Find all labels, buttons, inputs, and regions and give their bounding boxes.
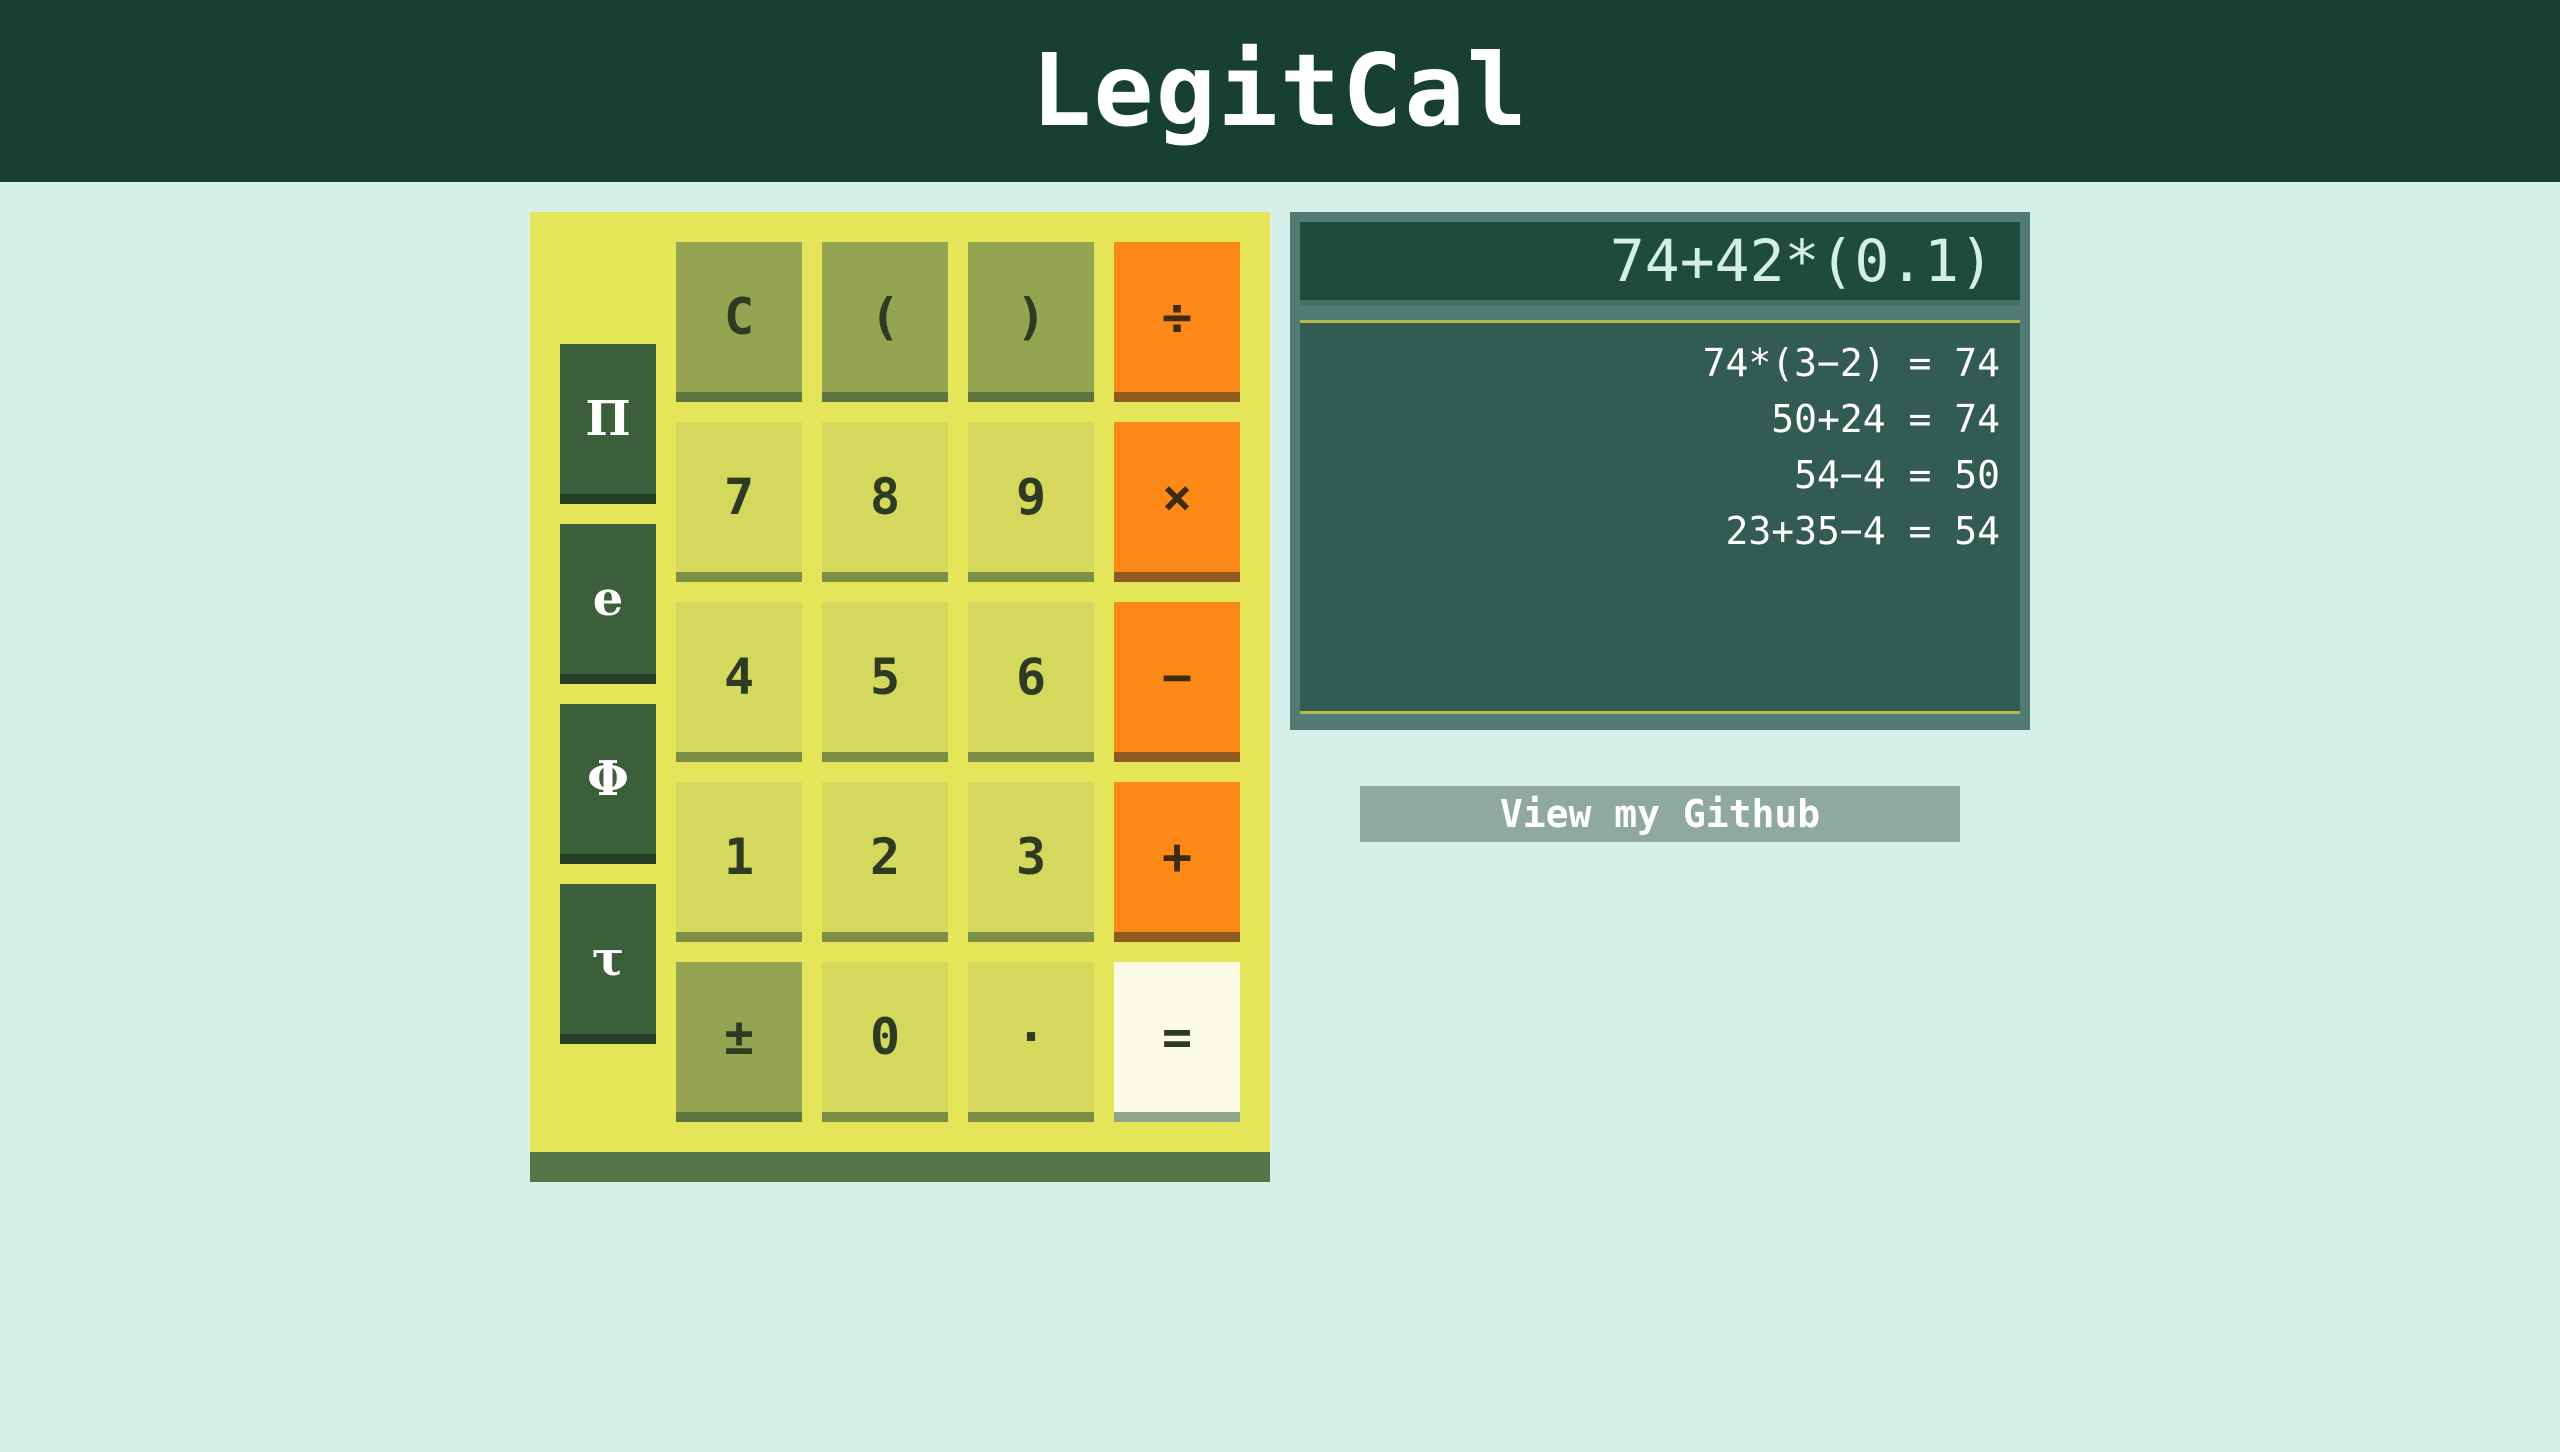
decimal-button[interactable]: ·	[968, 962, 1094, 1122]
digit-0-button[interactable]: 0	[822, 962, 948, 1122]
digit-7-button[interactable]: 7	[676, 422, 802, 582]
digit-9-button[interactable]: 9	[968, 422, 1094, 582]
open-paren-button[interactable]: (	[822, 242, 948, 402]
digit-1-button[interactable]: 1	[676, 782, 802, 942]
keypad-footer-bar	[530, 1152, 1270, 1182]
subtract-button[interactable]: −	[1114, 602, 1240, 762]
app-header: LegitCal	[0, 0, 2560, 182]
digit-5-button[interactable]: 5	[822, 602, 948, 762]
view-github-button[interactable]: View my Github	[1360, 786, 1960, 842]
calculator-display: 74+42*(0.1) 74*(3−2) = 74 50+24 = 74 54−…	[1290, 212, 2030, 730]
history-item: 50+24 = 74	[1771, 397, 2000, 441]
divide-button[interactable]: ÷	[1114, 242, 1240, 402]
digit-4-button[interactable]: 4	[676, 602, 802, 762]
current-expression: 74+42*(0.1)	[1300, 222, 2020, 306]
history-item: 54−4 = 50	[1794, 453, 2000, 497]
plus-minus-button[interactable]: ±	[676, 962, 802, 1122]
app-title: LegitCal	[1031, 32, 1529, 149]
equals-button[interactable]: =	[1114, 962, 1240, 1122]
digit-3-button[interactable]: 3	[968, 782, 1094, 942]
digit-6-button[interactable]: 6	[968, 602, 1094, 762]
tau-button[interactable]: τ	[560, 884, 656, 1044]
pi-button[interactable]: Π	[560, 344, 656, 504]
add-button[interactable]: +	[1114, 782, 1240, 942]
close-paren-button[interactable]: )	[968, 242, 1094, 402]
digit-2-button[interactable]: 2	[822, 782, 948, 942]
digit-8-button[interactable]: 8	[822, 422, 948, 582]
history-list: 74*(3−2) = 74 50+24 = 74 54−4 = 50 23+35…	[1300, 320, 2020, 714]
multiply-button[interactable]: ×	[1114, 422, 1240, 582]
history-item: 23+35−4 = 54	[1725, 509, 2000, 553]
phi-button[interactable]: Φ	[560, 704, 656, 864]
e-button[interactable]: e	[560, 524, 656, 684]
calculator-keypad: Π e Φ τ C ( ) ÷ 7 8 9 × 4 5 6 − 1 2 3 + …	[530, 212, 1270, 1182]
clear-button[interactable]: C	[676, 242, 802, 402]
history-item: 74*(3−2) = 74	[1702, 341, 2000, 385]
